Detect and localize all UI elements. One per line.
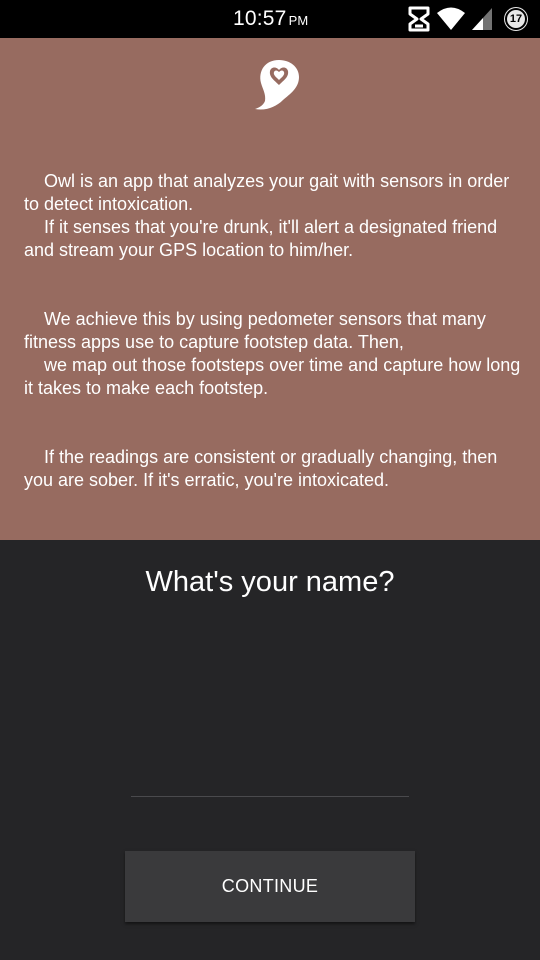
continue-button[interactable]: CONTINUE <box>125 851 415 922</box>
notification-badge: 17 <box>505 8 527 30</box>
name-form-panel: What's your name? CONTINUE <box>0 540 540 960</box>
description-paragraph-2: We achieve this by using pedometer senso… <box>24 308 524 400</box>
cell-signal-icon <box>470 6 494 32</box>
description-line: Owl is an app that analyzes your gait wi… <box>24 171 510 214</box>
owl-onboarding-screen: 10:57 PM 17 Owl is an app that analyzes … <box>0 0 540 960</box>
description-line: We achieve this by using pedometer senso… <box>24 309 486 352</box>
app-description-panel: Owl is an app that analyzes your gait wi… <box>0 38 540 540</box>
description-line: we map out those footsteps over time and… <box>24 355 521 398</box>
description-line: If it senses that you're drunk, it'll al… <box>24 217 498 260</box>
owl-heart-logo-icon <box>252 56 306 112</box>
description-line: If the readings are consistent or gradua… <box>24 447 498 490</box>
status-clock: 10:57 PM <box>233 7 308 31</box>
wifi-icon <box>436 6 466 32</box>
status-bar: 10:57 PM 17 <box>0 0 540 38</box>
clock-ampm: PM <box>288 13 309 28</box>
name-input[interactable] <box>131 762 409 797</box>
name-question-heading: What's your name? <box>145 566 395 598</box>
clock-time: 10:57 <box>233 7 287 30</box>
description-paragraph-1: Owl is an app that analyzes your gait wi… <box>24 170 524 262</box>
description-paragraph-3: If the readings are consistent or gradua… <box>24 446 524 492</box>
data-sync-icon <box>407 6 431 32</box>
